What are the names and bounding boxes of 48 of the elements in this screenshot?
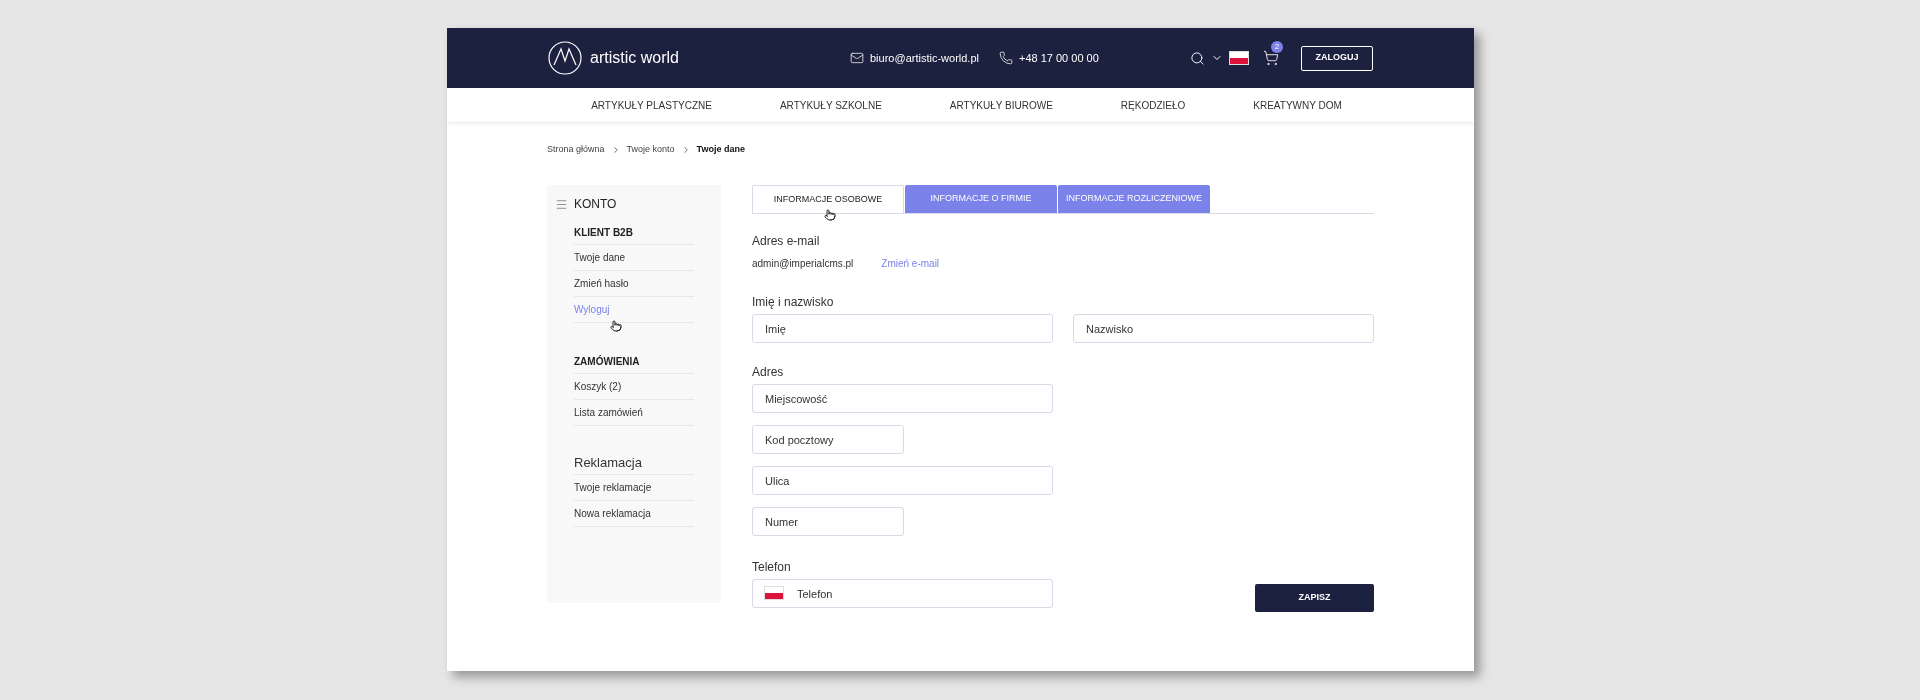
- sidebar-heading: KLIENT B2B: [574, 221, 694, 245]
- field-label: Adres: [752, 364, 785, 381]
- email-value: admin@imperialcms.pl: [752, 257, 854, 271]
- nav-link[interactable]: ARTYKUŁY PLASTYCZNE: [591, 97, 712, 113]
- phone-icon: [999, 51, 1013, 65]
- tab[interactable]: INFORMACJE OSOBOWE: [752, 185, 904, 213]
- cart-count-badge: 2: [1271, 41, 1283, 53]
- nav-link[interactable]: ARTYKUŁY SZKOLNE: [779, 97, 882, 113]
- phone-input-field[interactable]: Telefon: [752, 579, 1053, 608]
- sidebar-title: KONTO: [574, 196, 617, 213]
- cart-icon[interactable]: [1263, 50, 1279, 66]
- login-button[interactable]: ZALOGUJ: [1301, 45, 1373, 71]
- sidebar-link[interactable]: Lista zamówień: [574, 400, 694, 426]
- field-label: Imię i nazwisko: [752, 294, 835, 311]
- logo-icon: [548, 41, 582, 75]
- menu-icon[interactable]: [555, 197, 568, 211]
- nav-link[interactable]: ARTYKUŁY BIUROWE: [949, 97, 1053, 113]
- sidebar-link[interactable]: Koszyk (2): [574, 374, 694, 400]
- search-icon[interactable]: [1190, 50, 1205, 66]
- email-link[interactable]: biuro@artistic-world.pl: [870, 49, 979, 67]
- breadcrumb-current[interactable]: Twoje dane: [696, 143, 745, 157]
- field-label: Adres e-mail: [752, 233, 821, 250]
- nav-link[interactable]: RĘKODZIEŁO: [1120, 97, 1186, 113]
- nav-link[interactable]: KREATYWNY DOM: [1253, 97, 1342, 113]
- pointer-cursor-icon: [824, 209, 836, 221]
- sidebar-link[interactable]: Twoje reklamacje: [574, 475, 694, 501]
- breadcrumb-link[interactable]: Twoje konto: [626, 143, 675, 157]
- input-field[interactable]: Numer: [752, 507, 904, 536]
- pointer-cursor-icon: [610, 320, 622, 332]
- breadcrumb-link[interactable]: Strona główna: [547, 143, 605, 157]
- field-label: Telefon: [752, 559, 792, 576]
- save-button[interactable]: ZAPISZ: [1255, 584, 1374, 612]
- change-email-link[interactable]: Zmień e-mail: [881, 256, 940, 271]
- phone-link[interactable]: +48 17 00 00 00: [1019, 49, 1099, 67]
- sidebar-heading: ZAMÓWIENIA: [574, 350, 694, 374]
- input-field[interactable]: Nazwisko: [1073, 314, 1374, 343]
- input-field[interactable]: Miejscowość: [752, 384, 1053, 413]
- logo-text: artistic world: [590, 48, 679, 68]
- poland-flag-icon: [764, 586, 784, 600]
- input-field[interactable]: Kod pocztowy: [752, 425, 904, 454]
- sidebar-link[interactable]: Twoje dane: [574, 245, 694, 271]
- sidebar-link[interactable]: Zmień hasło: [574, 271, 694, 297]
- sidebar-link[interactable]: Nowa reklamacja: [574, 501, 694, 527]
- input-field[interactable]: Ulica: [752, 466, 1053, 495]
- mail-icon: [850, 51, 864, 65]
- sidebar-heading: Reklamacja: [574, 451, 694, 475]
- poland-flag-icon: [1229, 51, 1249, 65]
- input-field[interactable]: Imię: [752, 314, 1053, 343]
